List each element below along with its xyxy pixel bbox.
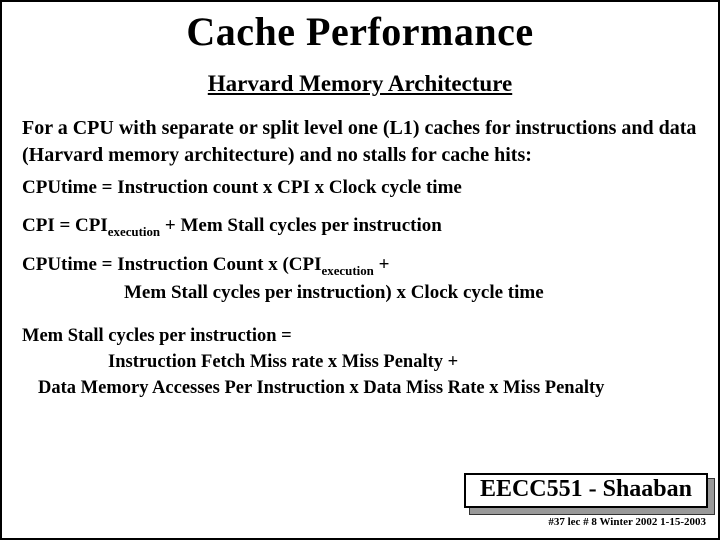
slide-subtitle: Harvard Memory Architecture: [22, 71, 698, 97]
footer-box: EECC551 - Shaaban: [464, 473, 708, 508]
equation-cputime-expanded: CPUtime = Instruction Count x (CPIexecut…: [22, 252, 698, 306]
intro-paragraph: For a CPU with separate or split level o…: [22, 115, 698, 169]
slide-title: Cache Performance: [22, 8, 698, 55]
equation-mem-stall: Mem Stall cycles per instruction = Instr…: [22, 324, 698, 402]
slide-frame: Cache Performance Harvard Memory Archite…: [0, 0, 720, 540]
slide-content: For a CPU with separate or split level o…: [22, 115, 698, 402]
eq3-part-a: CPUtime = Instruction Count x (CPI: [22, 254, 322, 275]
footer-course: EECC551 - Shaaban: [464, 473, 708, 508]
eq3-part-b: +: [374, 254, 390, 275]
eq4-line1: Mem Stall cycles per instruction =: [22, 324, 698, 350]
eq4-line2: Instruction Fetch Miss rate x Miss Penal…: [22, 350, 698, 376]
eq3-sub: execution: [322, 263, 374, 278]
eq4-line3: Data Memory Accesses Per Instruction x D…: [22, 376, 698, 402]
equation-cputime: CPUtime = Instruction count x CPI x Cloc…: [22, 175, 698, 201]
eq3-line1: CPUtime = Instruction Count x (CPIexecut…: [22, 252, 698, 280]
eq2-part-b: + Mem Stall cycles per instruction: [160, 215, 442, 236]
footer-meta: #37 lec # 8 Winter 2002 1-15-2003: [548, 516, 706, 528]
eq2-part-a: CPI = CPI: [22, 215, 108, 236]
equation-cpi: CPI = CPIexecution + Mem Stall cycles pe…: [22, 213, 698, 240]
eq2-sub: execution: [108, 223, 160, 238]
eq3-line2: Mem Stall cycles per instruction) x Cloc…: [22, 280, 698, 307]
